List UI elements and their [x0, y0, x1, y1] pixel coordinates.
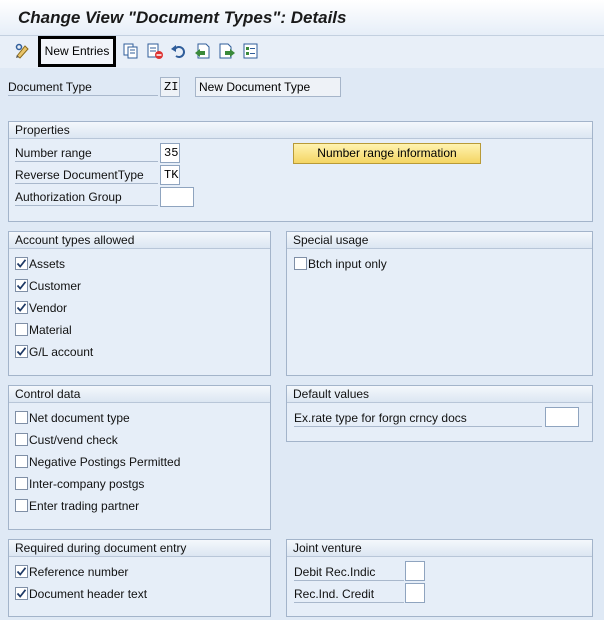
- cust-vend-check-checkbox[interactable]: [15, 433, 28, 446]
- number-range-field[interactable]: 35: [160, 143, 180, 163]
- next-entry-icon[interactable]: [218, 42, 236, 60]
- material-checkbox[interactable]: [15, 323, 28, 336]
- control-data-header: Control data: [9, 386, 270, 403]
- required-entry-header: Required during document entry: [9, 540, 270, 557]
- special-usage-header: Special usage: [287, 232, 592, 249]
- new-entries-button[interactable]: New Entries: [38, 36, 116, 67]
- document-type-description: New Document Type: [195, 77, 341, 97]
- batch-input-only-label: Btch input only: [308, 257, 387, 271]
- number-range-label: Number range: [15, 144, 158, 162]
- inter-company-postings-checkbox[interactable]: [15, 477, 28, 490]
- document-header-text-label: Document header text: [29, 587, 148, 601]
- display-change-icon[interactable]: [14, 42, 32, 60]
- previous-entry-icon[interactable]: [194, 42, 212, 60]
- material-label: Material: [29, 323, 72, 337]
- joint-venture-header: Joint venture: [287, 540, 592, 557]
- rec-ind-credit-field[interactable]: [405, 583, 425, 603]
- document-type-field[interactable]: ZI: [160, 77, 180, 97]
- document-type-label: Document Type: [8, 78, 158, 96]
- vendor-checkbox[interactable]: [15, 301, 28, 314]
- net-document-type-checkbox[interactable]: [15, 411, 28, 424]
- page-title: Change View "Document Types": Details: [18, 8, 347, 27]
- reference-number-checkbox[interactable]: [15, 565, 28, 578]
- reverse-document-type-field[interactable]: TK: [160, 165, 180, 185]
- authorization-group-label: Authorization Group: [15, 188, 158, 206]
- enter-trading-partner-label: Enter trading partner: [29, 499, 140, 513]
- exchange-rate-type-label: Ex.rate type for forgn crncy docs: [294, 409, 542, 427]
- reference-number-label: Reference number: [29, 565, 129, 579]
- default-values-header: Default values: [287, 386, 592, 403]
- debit-rec-indic-field[interactable]: [405, 561, 425, 581]
- document-header-text-checkbox[interactable]: [15, 587, 28, 600]
- title-bar: Change View "Document Types": Details: [0, 0, 604, 36]
- delete-icon[interactable]: [146, 42, 164, 60]
- vendor-label: Vendor: [29, 301, 68, 315]
- net-document-type-label: Net document type: [29, 411, 130, 425]
- properties-header: Properties: [9, 122, 592, 139]
- assets-label: Assets: [29, 257, 66, 271]
- inter-company-postings-label: Inter-company postgs: [29, 477, 145, 491]
- gl-account-checkbox[interactable]: [15, 345, 28, 358]
- special-usage-group: Special usage: [286, 231, 593, 376]
- select-all-icon[interactable]: [242, 42, 260, 60]
- customer-checkbox[interactable]: [15, 279, 28, 292]
- cust-vend-check-label: Cust/vend check: [29, 433, 118, 447]
- number-range-information-button[interactable]: Number range information: [293, 143, 481, 164]
- negative-postings-label: Negative Postings Permitted: [29, 455, 181, 469]
- reverse-document-type-label: Reverse DocumentType: [15, 166, 158, 184]
- copy-icon[interactable]: [122, 42, 140, 60]
- debit-rec-indic-label: Debit Rec.Indic: [294, 563, 404, 581]
- rec-ind-credit-label: Rec.Ind. Credit: [294, 585, 404, 603]
- negative-postings-checkbox[interactable]: [15, 455, 28, 468]
- gl-account-label: G/L account: [29, 345, 94, 359]
- enter-trading-partner-checkbox[interactable]: [15, 499, 28, 512]
- assets-checkbox[interactable]: [15, 257, 28, 270]
- customer-label: Customer: [29, 279, 82, 293]
- batch-input-only-checkbox[interactable]: [294, 257, 307, 270]
- exchange-rate-type-field[interactable]: [545, 407, 579, 427]
- authorization-group-field[interactable]: [160, 187, 194, 207]
- undo-icon[interactable]: [170, 42, 188, 60]
- account-types-header: Account types allowed: [9, 232, 270, 249]
